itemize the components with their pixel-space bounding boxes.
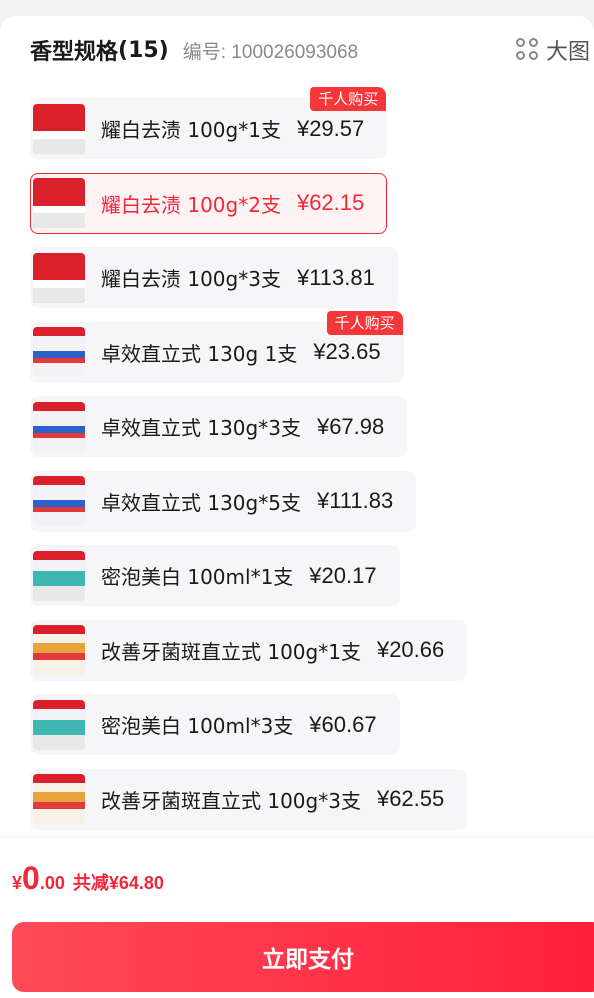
currency-symbol: ¥ [12, 873, 23, 893]
spec-option-pill[interactable]: 卓效直立式 130g*3支 ¥67.98 [30, 396, 408, 457]
teal-box-thumb [33, 699, 85, 750]
spec-header: 香型规格 (15) 编号: 100026093068 大图 [30, 34, 594, 66]
spec-option[interactable]: 密泡美白 100ml*3支 ¥60.67 [30, 694, 594, 755]
red-box-thumb [33, 103, 85, 154]
spec-option[interactable]: 改善牙菌斑直立式 100g*1支 ¥20.66 [30, 619, 594, 681]
bigview-label: 大图 [546, 40, 591, 65]
spec-option-price: ¥23.65 [313, 339, 381, 364]
spec-option-label: 卓效直立式 130g 1支 [101, 341, 298, 366]
spec-option-list: 耀白去渍 100g*1支 ¥29.57 千人购买 耀白去渍 100g*2支 ¥62.15… [30, 87, 594, 843]
spec-option-selected[interactable]: 耀白去渍 100g*2支 ¥62.15 [30, 172, 388, 234]
popularity-badge: 千人购买 [310, 87, 387, 111]
bigview-toggle[interactable]: 大图 [516, 34, 594, 66]
spec-option-price: ¥67.98 [316, 413, 385, 439]
sku-number: 编号: 100026093068 [182, 41, 359, 63]
cream-box-thumb [33, 625, 85, 675]
popularity-badge: 千人购买 [326, 310, 403, 335]
spec-option-pill[interactable]: 卓效直立式 130g 1支 ¥23.65 千人购买 [30, 310, 404, 383]
cream-box-thumb [33, 774, 85, 824]
spec-option-label: 卓效直立式 130g*3支 [101, 416, 301, 440]
total-price: ¥ 0 .00 共减¥64.80 [12, 860, 164, 896]
spec-option[interactable]: 卓效直立式 130g*5支 ¥111.83 [30, 470, 594, 532]
spec-option-label: 卓效直立式 130g*5支 [101, 490, 301, 515]
white-box-thumb [33, 401, 85, 452]
spec-option-pill[interactable]: 改善牙菌斑直立式 100g*3支 ¥62.55 [30, 768, 468, 830]
spec-option-label: 耀白去渍 100g*1支 [101, 118, 281, 142]
spec-option-label: 密泡美白 100ml*3支 [101, 714, 294, 738]
spec-option-pill[interactable]: 耀白去渍 100g*3支 ¥113.81 [30, 247, 398, 308]
spec-option-price: ¥29.57 [296, 115, 365, 141]
white-box-thumb [33, 476, 85, 526]
spec-option-pill[interactable]: 耀白去渍 100g*1支 ¥29.57 千人购买 [30, 87, 388, 159]
spec-option[interactable]: 改善牙菌斑直立式 100g*3支 ¥62.55 [30, 768, 594, 830]
teal-box-thumb [33, 550, 85, 601]
grid-icon [516, 38, 540, 62]
spec-option[interactable]: 密泡美白 100ml*1支 ¥20.17 [30, 545, 594, 606]
footer-divider [0, 836, 594, 837]
white-box-thumb [33, 327, 85, 377]
spec-option-pill[interactable]: 密泡美白 100ml*3支 ¥60.67 [30, 694, 400, 755]
spec-option-price: ¥20.66 [376, 637, 445, 662]
spec-option[interactable]: 耀白去渍 100g*3支 ¥113.81 [30, 247, 594, 308]
spec-option-price: ¥62.55 [376, 786, 445, 811]
spec-option[interactable]: 耀白去渍 100g*1支 ¥29.57 千人购买 [30, 87, 594, 159]
spec-option-label: 耀白去渍 100g*3支 [101, 267, 281, 291]
spec-count: (15) [118, 37, 169, 63]
spec-option-price: ¥60.67 [309, 711, 377, 737]
spec-option[interactable]: 卓效直立式 130g 1支 ¥23.65 千人购买 [30, 310, 594, 383]
spec-option[interactable]: 耀白去渍 100g*2支 ¥62.15 [30, 172, 594, 234]
spec-option[interactable]: 卓效直立式 130g*3支 ¥67.98 [30, 396, 594, 457]
spec-option-label: 改善牙菌斑直立式 100g*3支 [101, 788, 361, 813]
spec-option-pill[interactable]: 密泡美白 100ml*1支 ¥20.17 [30, 545, 400, 606]
amount-decimal: .00 [39, 873, 65, 893]
spec-option-label: 密泡美白 100ml*1支 [101, 565, 294, 589]
spec-title: 香型规格 [30, 40, 119, 65]
spec-option-pill[interactable]: 改善牙菌斑直立式 100g*1支 ¥20.66 [30, 619, 468, 681]
red-box-thumb [33, 252, 85, 303]
amount-integer: 0 [22, 860, 40, 896]
red-box-thumb [33, 178, 85, 228]
spec-option-price: ¥113.81 [296, 264, 375, 290]
spec-option-price: ¥111.83 [316, 488, 394, 513]
pay-now-button[interactable]: 立即支付 [12, 922, 594, 992]
spec-option-price: ¥62.15 [296, 190, 365, 215]
spec-option-label: 耀白去渍 100g*2支 [101, 192, 281, 217]
discount-total: 共减¥64.80 [72, 873, 164, 893]
spec-option-price: ¥20.17 [309, 562, 377, 588]
spec-option-label: 改善牙菌斑直立式 100g*1支 [101, 639, 361, 664]
spec-option-pill[interactable]: 卓效直立式 130g*5支 ¥111.83 [30, 470, 417, 532]
